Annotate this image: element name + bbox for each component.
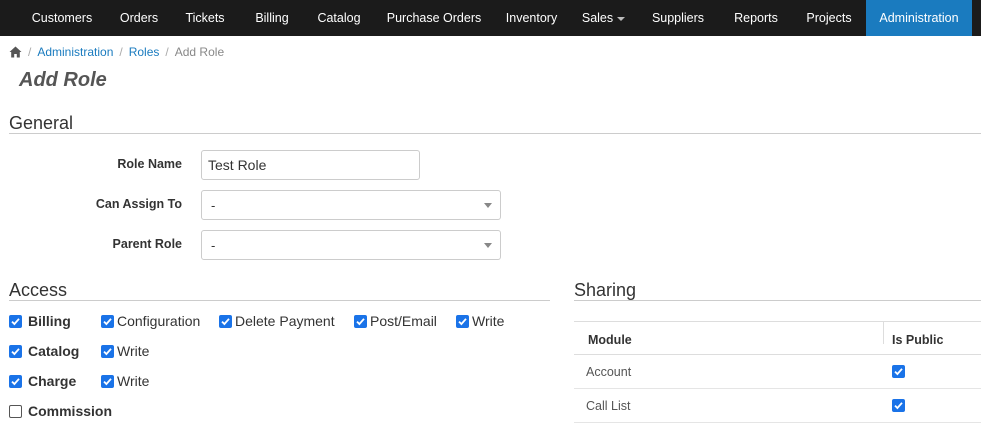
nav-label: Purchase Orders [386, 11, 482, 25]
nav-tickets[interactable]: Tickets [168, 0, 242, 36]
breadcrumb-separator: / [165, 45, 169, 59]
access-commission[interactable]: Commission [9, 403, 112, 419]
nav-label: Catalog [317, 11, 361, 25]
column-divider [883, 322, 884, 344]
module-name: Call List [586, 399, 631, 413]
checkbox-checked-icon[interactable] [9, 344, 22, 358]
nav-orders[interactable]: Orders [110, 0, 168, 36]
can-assign-to-label: Can Assign To [95, 197, 182, 211]
nav-administration[interactable]: Administration [866, 0, 972, 36]
access-divider [9, 300, 550, 301]
nav-label: Customers [31, 11, 93, 25]
perm-billing-configuration[interactable]: Configuration [101, 313, 200, 329]
nav-suppliers[interactable]: Suppliers [636, 0, 720, 36]
nav-label: Billing [255, 11, 289, 25]
breadcrumb-separator: / [28, 45, 32, 59]
sharing-section-title: Sharing [574, 280, 637, 300]
nav-customers[interactable]: Customers [14, 0, 110, 36]
checkbox-checked-icon[interactable] [9, 374, 22, 388]
perm-catalog-write[interactable]: Write [101, 343, 149, 359]
dropdown-arrow-icon [484, 243, 492, 248]
table-row: Account [574, 355, 981, 389]
checkbox-unchecked-icon[interactable] [9, 404, 22, 418]
breadcrumb: / Administration / Roles / Add Role [9, 44, 224, 60]
caret-down-icon [617, 16, 626, 21]
access-catalog[interactable]: Catalog [9, 343, 79, 359]
access-module-label: Catalog [28, 343, 80, 359]
general-section-title: General [9, 113, 74, 133]
nav-projects[interactable]: Projects [792, 0, 866, 36]
perm-label: Write [472, 313, 505, 329]
checkbox-checked-icon[interactable] [456, 314, 469, 328]
nav-purchase-orders[interactable]: Purchase Orders [376, 0, 492, 36]
perm-label: Write [117, 373, 150, 389]
perm-charge-write[interactable]: Write [101, 373, 149, 389]
nav-label: Reports [734, 11, 778, 25]
perm-label: Post/Email [370, 313, 437, 329]
home-icon[interactable] [9, 46, 22, 58]
access-module-label: Charge [28, 373, 77, 389]
nav-label: Inventory [505, 11, 558, 25]
sharing-table-header: Module Is Public [574, 321, 981, 355]
perm-label: Delete Payment [235, 313, 335, 329]
parent-role-label: Parent Role [112, 237, 182, 251]
top-nav: Customers Orders Tickets Billing Catalog… [0, 0, 981, 36]
nav-label: Projects [806, 11, 852, 25]
access-section-title: Access [9, 280, 68, 300]
table-row: Call List [574, 389, 981, 423]
breadcrumb-current: Add Role [174, 45, 225, 59]
sharing-divider [574, 300, 981, 301]
role-name-label: Role Name [117, 157, 182, 171]
module-name: Account [586, 365, 632, 379]
column-header-is-public: Is Public [892, 333, 944, 347]
perm-label: Write [117, 343, 150, 359]
checkbox-checked-icon[interactable] [101, 344, 114, 358]
nav-inventory[interactable]: Inventory [492, 0, 571, 36]
nav-label: Tickets [185, 11, 225, 25]
nav-label: Orders [119, 11, 159, 25]
parent-role-value: - [211, 237, 216, 253]
breadcrumb-roles[interactable]: Roles [129, 45, 160, 59]
checkbox-checked-icon[interactable] [101, 314, 114, 328]
perm-billing-delete-payment[interactable]: Delete Payment [219, 313, 335, 329]
page-title: Add Role [19, 69, 107, 91]
perm-billing-post-email[interactable]: Post/Email [354, 313, 437, 329]
nav-billing[interactable]: Billing [242, 0, 302, 36]
access-module-label: Commission [28, 403, 113, 419]
nav-label: Administration [879, 11, 959, 25]
nav-reports[interactable]: Reports [720, 0, 792, 36]
breadcrumb-separator: / [119, 45, 123, 59]
access-charge[interactable]: Charge [9, 373, 76, 389]
can-assign-to-value: - [211, 197, 216, 213]
nav-label: Suppliers [651, 11, 705, 25]
breadcrumb-administration[interactable]: Administration [37, 45, 113, 59]
column-header-module: Module [588, 333, 632, 347]
can-assign-to-select[interactable]: - [201, 190, 501, 220]
access-module-label: Billing [28, 313, 71, 329]
nav-label: Sales [581, 11, 614, 25]
perm-billing-write[interactable]: Write [456, 313, 504, 329]
checkbox-checked-icon[interactable] [354, 314, 367, 328]
checkbox-checked-icon[interactable] [892, 399, 905, 412]
parent-role-select[interactable]: - [201, 230, 501, 260]
checkbox-checked-icon[interactable] [219, 314, 232, 328]
perm-label: Configuration [117, 313, 201, 329]
general-divider [9, 133, 981, 134]
access-billing[interactable]: Billing [9, 313, 71, 329]
nav-sales[interactable]: Sales [571, 0, 636, 36]
nav-catalog[interactable]: Catalog [302, 0, 376, 36]
checkbox-checked-icon[interactable] [9, 314, 22, 328]
role-name-input[interactable] [201, 150, 420, 180]
checkbox-checked-icon[interactable] [101, 374, 114, 388]
dropdown-arrow-icon [484, 203, 492, 208]
checkbox-checked-icon[interactable] [892, 365, 905, 378]
